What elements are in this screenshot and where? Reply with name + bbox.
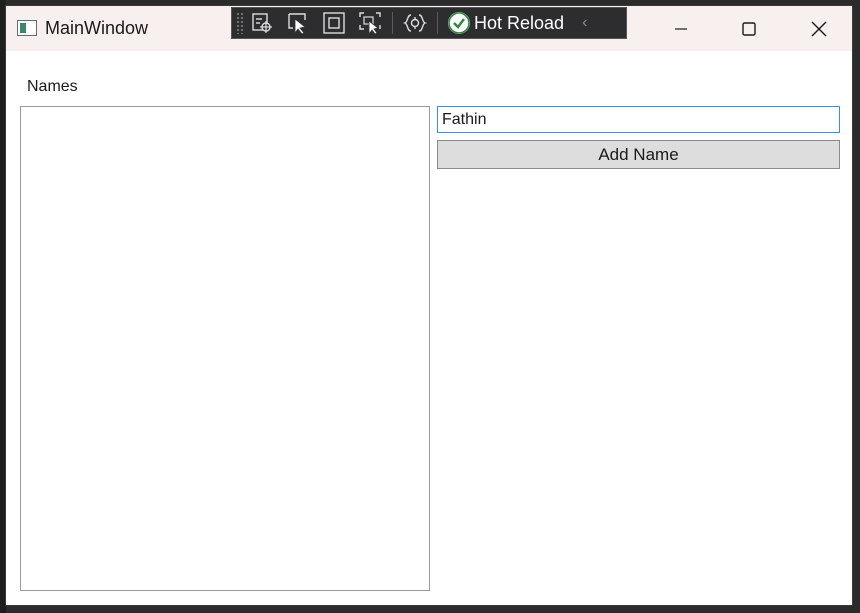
maximize-button[interactable] [714,6,784,51]
main-window: MainWindow Names Add Name [5,5,853,606]
xaml-debug-toolbar: Hot Reload ‹ [231,7,627,39]
binding-failures-button[interactable] [397,8,433,38]
names-listbox[interactable] [20,106,430,591]
toolbar-separator [392,12,393,34]
select-element-icon [288,13,306,35]
add-name-button[interactable]: Add Name [437,140,840,169]
toolbar-grip[interactable] [236,12,244,34]
track-focused-element-button[interactable] [352,8,388,38]
names-label: Names [27,78,78,95]
close-icon [811,21,827,36]
select-element-button[interactable] [280,8,316,38]
hot-reload-button[interactable]: Hot Reload [448,12,564,34]
display-layout-adorners-icon [323,12,345,34]
live-visual-tree-button[interactable] [244,8,280,38]
binding-failures-icon [403,14,427,32]
track-focused-element-icon [359,12,381,35]
minimize-button[interactable] [646,6,716,51]
layout-adorners-button[interactable] [316,8,352,38]
app-window-icon [17,20,37,36]
hot-reload-label: Hot Reload [474,12,565,33]
hot-reload-status-icon [448,12,470,34]
window-title: MainWindow [45,18,149,38]
live-visual-tree-icon [252,13,272,33]
close-button[interactable] [784,6,854,51]
collapse-toolbar-icon[interactable]: ‹ [582,14,587,32]
maximize-icon [742,21,756,36]
name-input[interactable] [437,106,840,133]
minimize-icon [675,27,687,30]
toolbar-separator [437,12,438,34]
